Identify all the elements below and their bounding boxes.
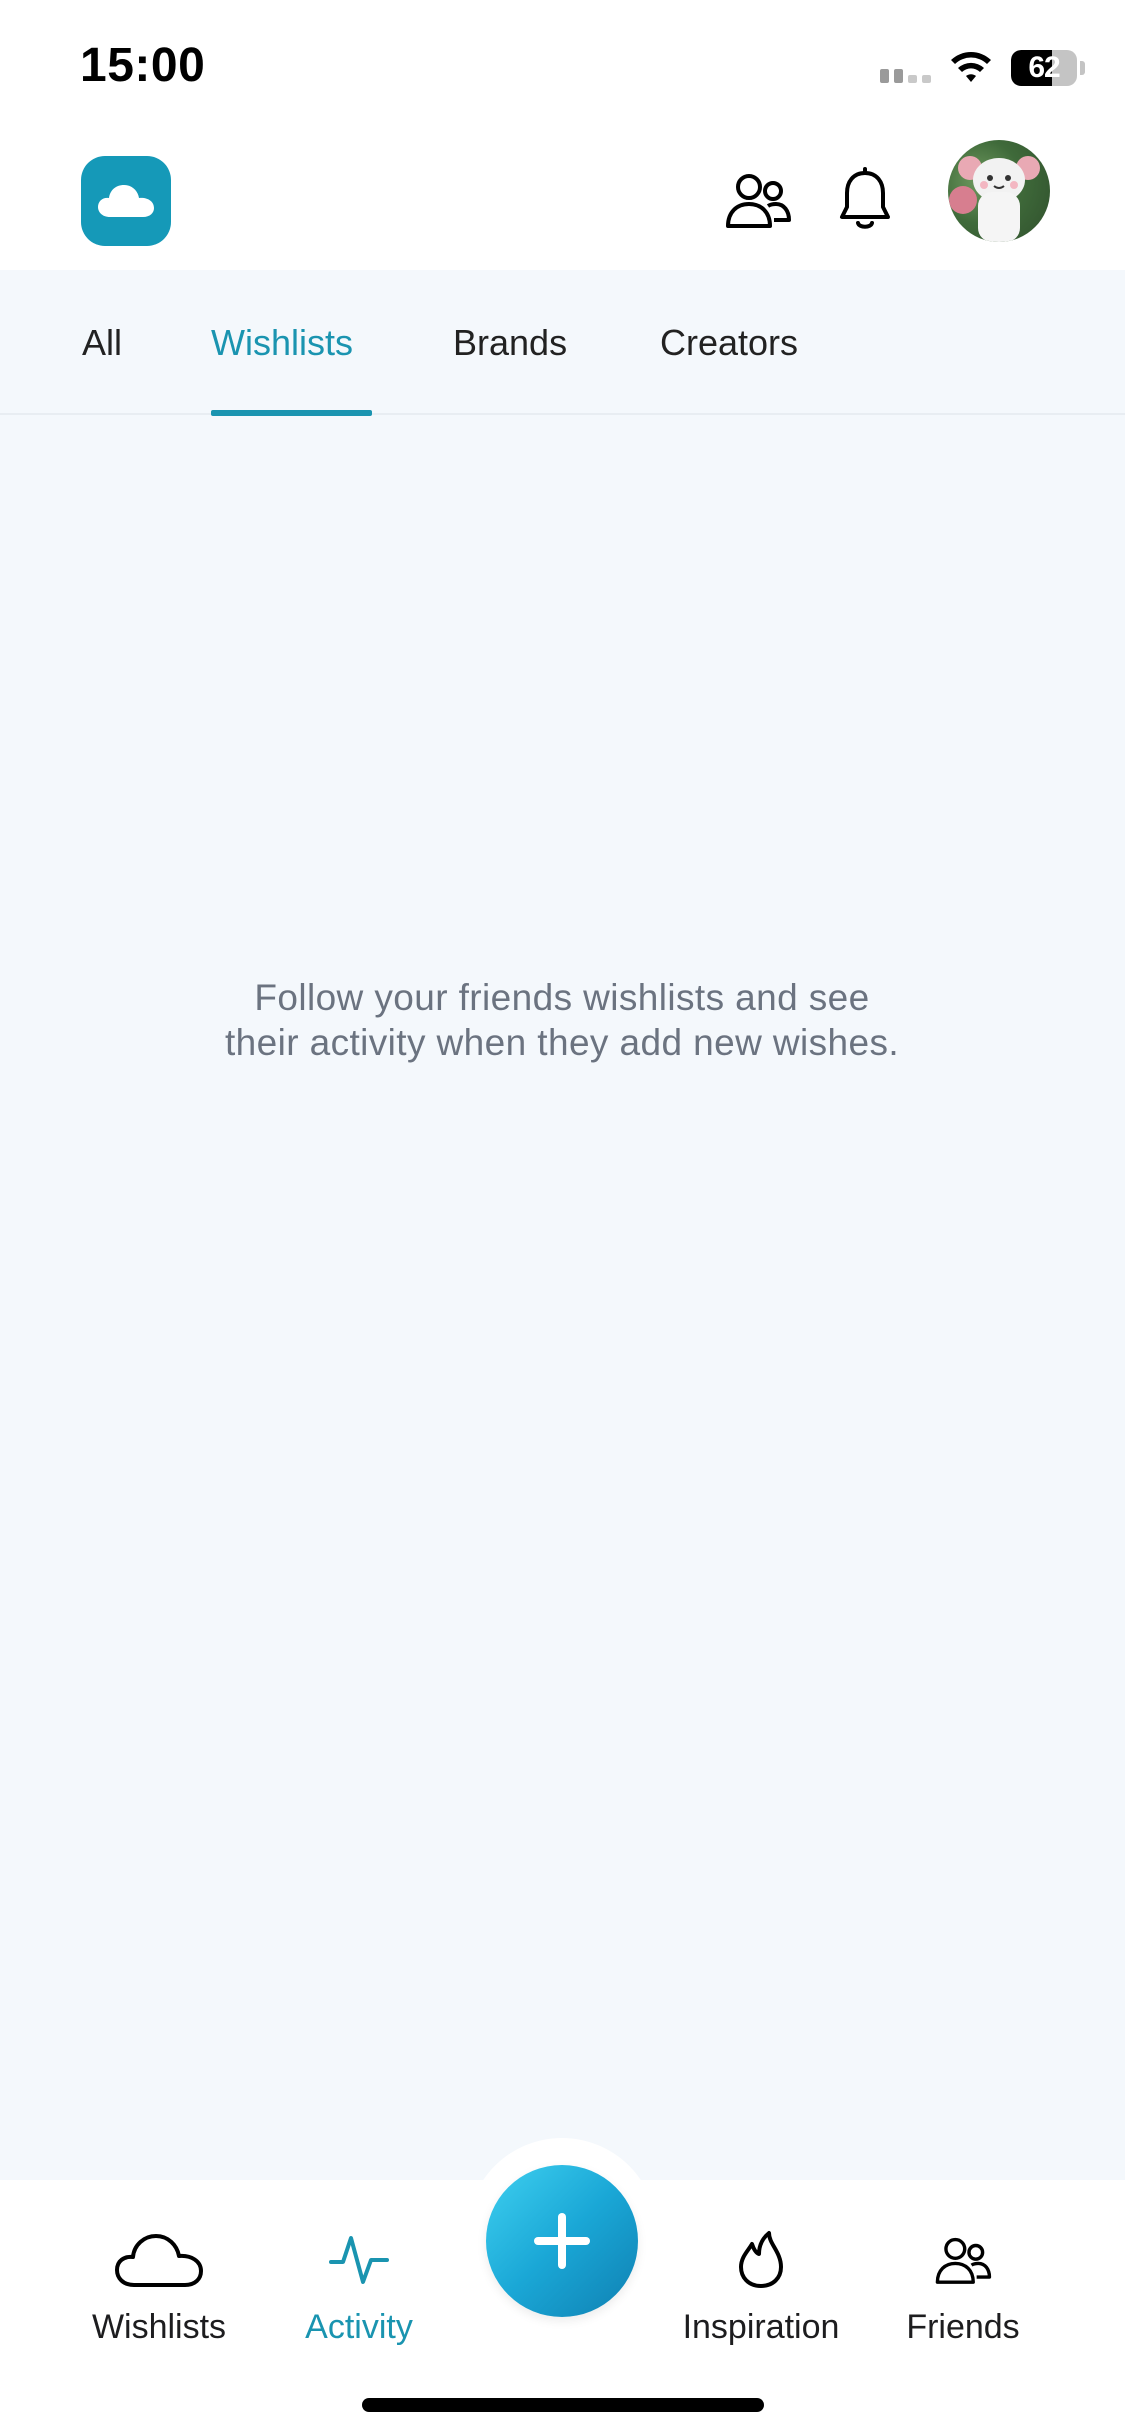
status-indicators: 62 — [880, 44, 1085, 92]
empty-state-message: Follow your friends wishlists and see th… — [112, 975, 1012, 1065]
status-bar: 15:00 62 — [0, 0, 1125, 135]
app-header — [0, 135, 1125, 270]
nav-item-activity[interactable]: Activity — [259, 2220, 459, 2347]
cellular-signal-icon — [880, 53, 931, 83]
nav-label-friends: Friends — [906, 2308, 1020, 2346]
nav-label-activity: Activity — [305, 2308, 413, 2346]
home-indicator[interactable] — [362, 2398, 764, 2412]
profile-avatar[interactable] — [948, 140, 1050, 242]
tab-creators[interactable]: Creators — [660, 318, 798, 368]
avatar-image — [949, 156, 1040, 242]
plus-icon — [534, 2213, 590, 2269]
activity-screen: 15:00 62 All Wishlists Brands Creators F… — [0, 0, 1125, 2436]
cloud-icon — [115, 2234, 203, 2287]
friends-button[interactable] — [718, 160, 798, 240]
active-tab-indicator — [211, 410, 372, 416]
status-time: 15:00 — [80, 39, 206, 92]
friends-icon — [935, 2237, 992, 2284]
notifications-button[interactable] — [825, 160, 905, 240]
flame-icon — [739, 2231, 783, 2288]
battery-icon: 62 — [1011, 50, 1077, 86]
activity-icon — [329, 2236, 389, 2284]
bell-icon — [840, 167, 890, 229]
wifi-icon — [951, 52, 991, 82]
tab-all[interactable]: All — [82, 318, 122, 368]
add-wish-button[interactable] — [486, 2165, 638, 2317]
empty-state-line-2: their activity when they add new wishes. — [224, 1022, 900, 1063]
nav-item-inspiration[interactable]: Inspiration — [661, 2220, 861, 2347]
tab-brands[interactable]: Brands — [453, 318, 567, 368]
app-logo[interactable] — [81, 156, 171, 246]
tab-wishlists[interactable]: Wishlists — [211, 318, 353, 368]
friends-icon — [726, 174, 791, 228]
filter-tabs: All Wishlists Brands Creators — [0, 270, 1125, 416]
nav-label-inspiration: Inspiration — [682, 2308, 840, 2346]
battery-cap — [1080, 61, 1085, 75]
nav-item-friends[interactable]: Friends — [863, 2220, 1063, 2347]
empty-state-line-1: Follow your friends wishlists and see — [254, 977, 870, 1018]
nav-label-wishlists: Wishlists — [91, 2308, 227, 2346]
battery-level: 62 — [1028, 51, 1060, 84]
nav-item-wishlists[interactable]: Wishlists — [59, 2220, 259, 2347]
cloud-icon — [98, 185, 154, 217]
